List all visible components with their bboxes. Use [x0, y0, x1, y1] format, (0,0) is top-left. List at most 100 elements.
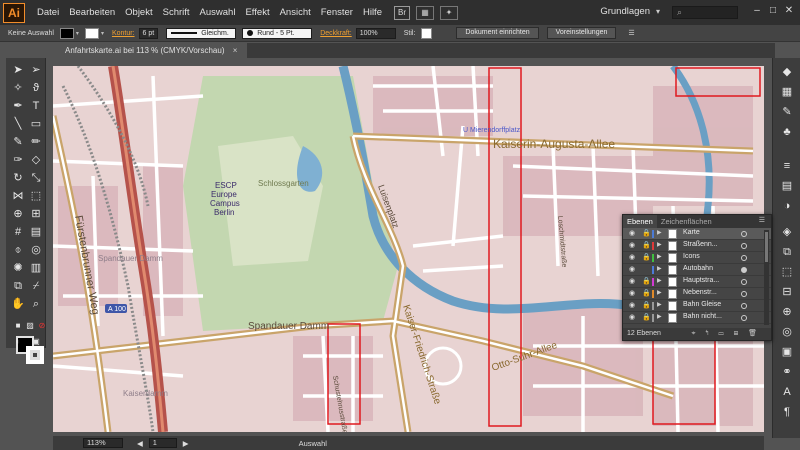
shape-builder-tool-icon[interactable]: ⊕ — [10, 206, 26, 222]
layers-panel-icon[interactable]: ◈ — [779, 224, 795, 240]
fill-swatch[interactable] — [59, 27, 74, 39]
layer-name[interactable]: Karte — [683, 229, 700, 236]
visibility-eye-icon[interactable]: ◉ — [629, 313, 635, 321]
column-graph-tool-icon[interactable]: ▥ — [28, 260, 44, 276]
layer-row[interactable]: ◉ 🔒 ▶ Karte — [623, 228, 771, 240]
minimize-icon[interactable]: – — [750, 5, 764, 17]
visibility-eye-icon[interactable]: ◉ — [629, 265, 635, 273]
style-swatch[interactable] — [421, 27, 433, 39]
hand-tool-icon[interactable]: ✋ — [10, 296, 26, 312]
lock-icon[interactable]: 🔒 — [642, 313, 651, 321]
gpu-performance-icon[interactable]: ✦ — [439, 5, 458, 20]
selection-tool-icon[interactable]: ➤ — [10, 62, 26, 78]
layer-row[interactable]: ◉ 🔒 ▶ Straßenn... — [623, 240, 771, 252]
expand-triangle-icon[interactable]: ▶ — [657, 253, 662, 260]
rectangle-tool-icon[interactable]: ▭ — [28, 116, 44, 132]
close-icon[interactable]: ✕ — [782, 5, 796, 17]
perspective-grid-tool-icon[interactable]: ⊞ — [28, 206, 44, 222]
lock-icon[interactable]: 🔒 — [642, 301, 651, 309]
layers-scrollbar[interactable] — [764, 230, 769, 325]
layer-name[interactable]: Straßenn... — [683, 241, 718, 248]
panel-menu-icon[interactable]: ☰ — [759, 216, 765, 224]
slice-tool-icon[interactable]: ⌿ — [28, 278, 44, 294]
expand-triangle-icon[interactable]: ▶ — [657, 241, 662, 248]
chevron-down-icon[interactable]: ▾ — [101, 30, 104, 37]
menu-schrift[interactable]: Schrift — [163, 7, 190, 18]
layer-row[interactable]: ◉ ▶ Autobahn — [623, 264, 771, 276]
expand-triangle-icon[interactable]: ▶ — [657, 265, 662, 272]
eraser-tool-icon[interactable]: ◇ — [28, 152, 44, 168]
type-tool-icon[interactable]: T — [28, 98, 44, 114]
gradient-tool-icon[interactable]: ▤ — [28, 224, 44, 240]
transform-panel-icon[interactable]: ⬚ — [779, 264, 795, 280]
expand-triangle-icon[interactable]: ▶ — [657, 229, 662, 236]
target-circle-icon[interactable] — [741, 303, 747, 309]
expand-triangle-icon[interactable]: ▶ — [657, 289, 662, 296]
zoom-field[interactable]: 113% — [83, 438, 123, 448]
target-circle-icon[interactable] — [741, 291, 747, 297]
lock-icon[interactable]: 🔒 — [642, 229, 651, 237]
zoom-tool-icon[interactable]: ⌕ — [28, 296, 44, 312]
expand-triangle-icon[interactable]: ▶ — [657, 301, 662, 308]
layer-row[interactable]: ◉ 🔒 ▶ Icons — [623, 252, 771, 264]
layer-name[interactable]: Hauptstra... — [683, 277, 719, 284]
workspace-switcher[interactable]: Grundlagen — [600, 6, 650, 17]
draw-mode-icon[interactable]: ◐ — [10, 334, 26, 350]
stroke-panel-icon[interactable]: ≡ — [779, 158, 795, 174]
layer-row[interactable]: ◉ 🔒 ▶ Bahn nicht... — [623, 312, 771, 324]
menu-ansicht[interactable]: Ansicht — [280, 7, 311, 18]
opacity-link[interactable]: Deckkraft: — [320, 30, 352, 37]
visibility-eye-icon[interactable]: ◉ — [629, 289, 635, 297]
paragraph-panel-icon[interactable]: ¶ — [779, 404, 795, 420]
symbols-panel-icon[interactable]: ♣ — [779, 124, 795, 140]
blend-tool-icon[interactable]: ◎ — [28, 242, 44, 258]
screen-mode-icon[interactable]: ▣ — [28, 334, 44, 350]
layer-actions-icons[interactable]: ⌖ ↰ ▭ ⊞ 🗑 — [691, 328, 761, 340]
chevron-down-icon[interactable]: ▾ — [76, 30, 79, 37]
rotate-tool-icon[interactable]: ↻ — [10, 170, 26, 186]
stroke-link[interactable]: Kontur: — [112, 30, 135, 37]
page-next-icon[interactable]: ▶ — [183, 439, 189, 448]
page-prev-icon[interactable]: ◀ — [137, 439, 143, 448]
maximize-icon[interactable]: □ — [766, 5, 780, 17]
lock-icon[interactable]: 🔒 — [642, 253, 651, 261]
bridge-button[interactable]: Br — [393, 5, 410, 20]
menu-fenster[interactable]: Fenster — [321, 7, 353, 18]
character-panel-icon[interactable]: A — [779, 384, 795, 400]
target-circle-icon[interactable] — [741, 267, 747, 273]
tab-layers[interactable]: Ebenen — [623, 215, 657, 228]
visibility-eye-icon[interactable]: ◉ — [629, 241, 635, 249]
gradient-panel-icon[interactable]: ▤ — [779, 178, 795, 194]
menu-effekt[interactable]: Effekt — [245, 7, 269, 18]
brushes-panel-icon[interactable]: ✎ — [779, 104, 795, 120]
menu-datei[interactable]: Datei — [37, 7, 59, 18]
visibility-eye-icon[interactable]: ◉ — [629, 229, 635, 237]
scale-tool-icon[interactable]: ⤡ — [28, 170, 44, 186]
preferences-button[interactable]: Voreinstellungen — [546, 27, 617, 39]
target-circle-icon[interactable] — [741, 315, 747, 321]
swatches-panel-icon[interactable]: ▦ — [779, 84, 795, 100]
pen-tool-icon[interactable]: ✒ — [10, 98, 26, 114]
layer-row[interactable]: ◉ 🔒 ▶ Nebenstr... — [623, 288, 771, 300]
free-transform-tool-icon[interactable]: ⬚ — [28, 188, 44, 204]
target-circle-icon[interactable] — [741, 231, 747, 237]
artboards-panel-icon[interactable]: ⧉ — [779, 244, 795, 260]
menu-hilfe[interactable]: Hilfe — [363, 7, 382, 18]
menu-auswahl[interactable]: Auswahl — [200, 7, 236, 18]
arrange-documents-icon[interactable]: ▦ — [415, 5, 434, 20]
graphic-styles-panel-icon[interactable]: ▣ — [779, 344, 795, 360]
lock-icon[interactable]: 🔒 — [642, 277, 651, 285]
lock-icon[interactable]: 🔒 — [642, 289, 651, 297]
layer-row[interactable]: ◉ 🔒 ▶ Hauptstra... — [623, 276, 771, 288]
artboard-tool-icon[interactable]: ⧉ — [10, 278, 26, 294]
close-tab-icon[interactable]: × — [233, 46, 238, 55]
visibility-eye-icon[interactable]: ◉ — [629, 253, 635, 261]
stroke-profile-dropdown[interactable]: Gleichm. — [166, 27, 237, 39]
symbol-sprayer-tool-icon[interactable]: ✺ — [10, 260, 26, 276]
none-mode-icon[interactable]: ⊘ — [34, 318, 50, 334]
width-tool-icon[interactable]: ⋈ — [10, 188, 26, 204]
target-circle-icon[interactable] — [741, 255, 747, 261]
brush-dropdown[interactable]: Rund - 5 Pt. — [242, 27, 313, 39]
lasso-tool-icon[interactable]: ϑ — [28, 80, 44, 96]
layer-name[interactable]: Bahn Gleise — [683, 301, 721, 308]
